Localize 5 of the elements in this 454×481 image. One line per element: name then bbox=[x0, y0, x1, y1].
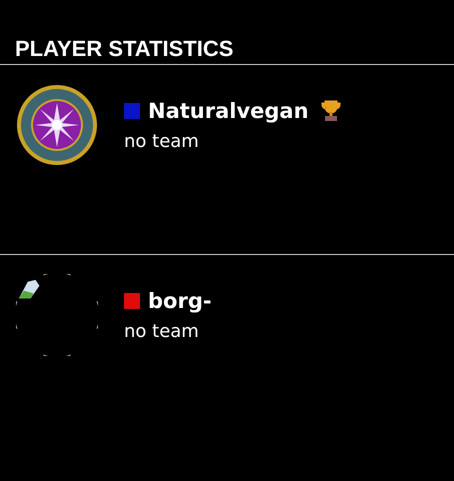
page-title: PLAYER STATISTICS bbox=[0, 0, 454, 65]
team-label: no team bbox=[124, 321, 200, 342]
player-name[interactable]: borg- bbox=[148, 289, 212, 313]
team-label: no team bbox=[124, 131, 200, 152]
player-name[interactable]: Naturalvegan bbox=[148, 99, 309, 123]
